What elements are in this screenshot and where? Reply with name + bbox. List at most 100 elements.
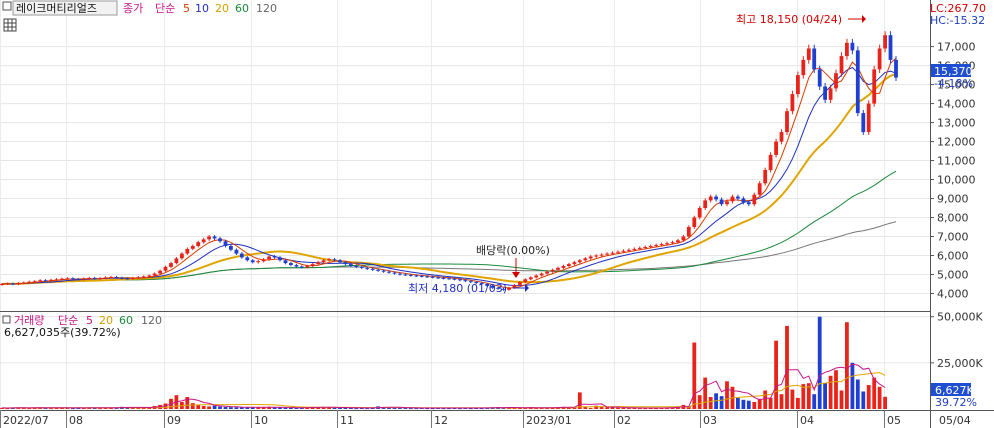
price-tick-label: 12,000 xyxy=(937,136,976,149)
candle-body xyxy=(158,270,162,274)
candle-body xyxy=(670,242,675,244)
candle-body xyxy=(736,196,740,199)
legend-ma5: 5 xyxy=(183,2,190,15)
candle-body xyxy=(376,269,380,271)
candle-body xyxy=(550,269,555,272)
candle-body xyxy=(877,48,882,70)
date-tick-label: 03 xyxy=(703,414,717,427)
volume-bar xyxy=(796,397,800,409)
candle-body xyxy=(256,261,261,263)
volume-bar xyxy=(785,325,789,409)
date-tick-label: 11 xyxy=(340,414,354,427)
candle-body xyxy=(201,239,206,243)
price-tick-label: 13,000 xyxy=(937,117,976,130)
candle-body xyxy=(370,268,375,270)
candle-body xyxy=(528,277,533,280)
candle-body xyxy=(752,194,757,205)
candle-body xyxy=(218,238,222,242)
candle-body xyxy=(38,280,43,282)
volume-bar xyxy=(866,385,871,409)
volume-tick-label: 50,000K xyxy=(937,311,983,324)
volume-bar xyxy=(703,377,708,409)
candle-body xyxy=(425,276,430,278)
volume-current-label: 6,627,035주(39.72%) xyxy=(4,326,121,339)
volume-bar xyxy=(725,381,729,409)
candle-body xyxy=(719,199,724,205)
candle-body xyxy=(169,263,173,267)
candle-body xyxy=(834,73,838,89)
candle-body xyxy=(512,285,517,288)
candle-body xyxy=(861,113,866,133)
volume-bar xyxy=(850,362,855,409)
candle-body xyxy=(594,255,599,257)
candle-body xyxy=(812,48,817,70)
candle-body xyxy=(872,69,877,104)
candle-body xyxy=(43,280,48,282)
candle-body xyxy=(408,274,413,276)
candle-body xyxy=(545,271,549,274)
volume-bar xyxy=(212,405,217,409)
candle-body xyxy=(261,259,266,262)
candle-body xyxy=(452,278,457,280)
candle-body xyxy=(92,277,97,279)
candle-body xyxy=(338,260,342,263)
candle-body xyxy=(305,266,310,268)
date-tick-label: 04 xyxy=(800,414,814,427)
candle-body xyxy=(714,196,718,200)
candle-body xyxy=(796,75,800,95)
volume-bar xyxy=(289,407,293,409)
volume-bar xyxy=(855,379,860,409)
candle-body xyxy=(207,236,211,240)
candle-body xyxy=(349,264,353,266)
candle-body xyxy=(621,250,626,252)
candle-body xyxy=(507,287,511,290)
candle-body xyxy=(583,258,588,261)
candle-body xyxy=(392,272,397,274)
candle-body xyxy=(174,258,179,264)
candle-body xyxy=(0,284,4,285)
candle-body xyxy=(180,253,184,259)
candle-body xyxy=(763,170,768,184)
candle-body xyxy=(686,227,691,237)
chart-background xyxy=(0,0,994,428)
candle-body xyxy=(768,154,773,171)
price-tick-label: 6,000 xyxy=(937,250,969,263)
volume-bar xyxy=(872,377,877,409)
candle-body xyxy=(676,240,680,243)
table-icon[interactable] xyxy=(3,18,17,32)
candle-body xyxy=(11,283,15,285)
candle-body xyxy=(120,277,124,279)
candle-body xyxy=(746,202,751,205)
candle-body xyxy=(239,253,244,258)
volume-bar xyxy=(599,407,604,409)
candle-body xyxy=(817,69,822,87)
candle-body xyxy=(403,274,408,276)
candle-body xyxy=(806,48,811,60)
stock-chart: 17,00016,00015,00014,00013,00012,00011,0… xyxy=(0,0,994,428)
date-tick-label: 2022/07 xyxy=(3,414,49,427)
candle-body xyxy=(32,281,37,283)
candle-body xyxy=(321,260,326,263)
volume-legend-ma120: 120 xyxy=(141,314,162,327)
candle-body xyxy=(16,283,21,285)
candle-body xyxy=(534,275,539,278)
candle-body xyxy=(250,260,255,263)
volume-bar xyxy=(736,397,740,409)
price-tick-label: 11,000 xyxy=(937,155,976,168)
candle-body xyxy=(637,247,642,249)
candle-body xyxy=(610,252,615,254)
candle-body xyxy=(665,243,669,245)
volume-bar xyxy=(234,407,239,409)
volume-bar xyxy=(338,407,342,409)
candle-body xyxy=(310,264,315,266)
date-tick-label: 2023/01 xyxy=(526,414,572,427)
candle-body xyxy=(398,273,402,275)
volume-bar xyxy=(817,316,822,409)
volume-bar xyxy=(588,407,593,409)
date-tick-label: 05/04 xyxy=(939,414,971,427)
candle-body xyxy=(81,278,86,280)
volume-bar xyxy=(779,394,784,409)
candle-body xyxy=(125,278,130,280)
candle-body xyxy=(278,257,282,261)
candle-body xyxy=(71,278,75,280)
